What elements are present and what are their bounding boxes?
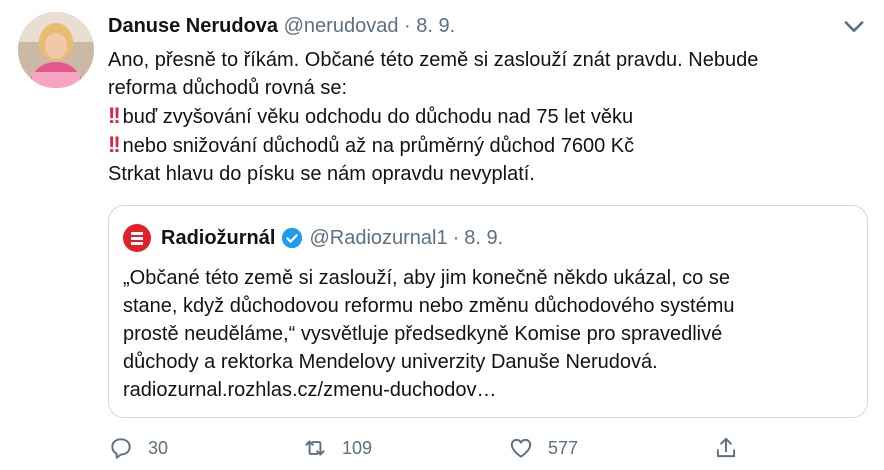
- tweet-date[interactable]: 8. 9.: [416, 15, 455, 37]
- quoted-author-handle[interactable]: @Radiozurnal1: [309, 225, 447, 251]
- quoted-date[interactable]: 8. 9.: [464, 225, 503, 251]
- quoted-link[interactable]: radiozurnal.rozhlas.cz/zmenu-duchodov…: [123, 376, 853, 404]
- separator-dot: ·: [452, 227, 460, 249]
- like-count: 577: [548, 437, 579, 458]
- quoted-line: „Občané této země si zaslouží, aby jim k…: [123, 267, 730, 289]
- avatar-photo: [18, 12, 94, 88]
- tweet-line: buď zvyšování věku odchodu do důchodu na…: [122, 106, 634, 128]
- share-button[interactable]: [713, 432, 753, 464]
- like-icon: [510, 438, 532, 458]
- radiozurnal-logo-icon[interactable]: [123, 224, 151, 252]
- double-exclamation-icon: !!: [108, 132, 121, 157]
- tweet-header: Danuse Nerudova @nerudovad · 8. 9.: [108, 14, 455, 38]
- tweet-line: Strkat hlavu do písku se nám opravdu nev…: [108, 163, 535, 185]
- retweet-icon: [305, 440, 325, 456]
- share-icon: [716, 437, 736, 458]
- quoted-text: „Občané této země si zaslouží, aby jim k…: [123, 264, 853, 404]
- tweet-card[interactable]: Danuse Nerudova @nerudovad · 8. 9. Ano, …: [0, 0, 884, 470]
- separator-dot: ·: [404, 15, 411, 37]
- quoted-line: prostě neuděláme,“ vysvětluje předsedkyn…: [123, 323, 723, 345]
- author-handle[interactable]: @nerudovad: [284, 15, 399, 37]
- double-exclamation-icon: !!: [108, 103, 121, 128]
- quoted-line: důchody a rektorka Mendelovy univerzity …: [123, 351, 658, 373]
- tweet-line-with-emoji: !! nebo snižování důchodů až na průměrný …: [108, 131, 848, 160]
- tweet-line: nebo snižování důchodů až na průměrný dů…: [122, 135, 635, 157]
- verified-badge-icon: [282, 227, 303, 249]
- tweet-text: Ano, přesně to říkám. Občané této země s…: [108, 46, 848, 188]
- avatar[interactable]: [18, 12, 94, 88]
- quoted-tweet[interactable]: Radiožurnál @Radiozurnal1 · 8. 9. „Občan…: [108, 205, 868, 418]
- tweet-line: reforma důchodů rovná se:: [108, 77, 348, 99]
- caret-down-icon[interactable]: [840, 12, 868, 40]
- like-button[interactable]: 577: [508, 432, 578, 464]
- quoted-author-name[interactable]: Radiožurnál: [161, 225, 275, 251]
- reply-count: 30: [148, 437, 169, 458]
- retweet-count: 109: [342, 437, 373, 458]
- quoted-header: Radiožurnál @Radiozurnal1 · 8. 9.: [123, 224, 503, 252]
- tweet-line: Ano, přesně to říkám. Občané této země s…: [108, 49, 759, 71]
- action-bar: 30 109 577: [108, 432, 868, 464]
- author-name[interactable]: Danuse Nerudova: [108, 15, 278, 37]
- tweet-line-with-emoji: !! buď zvyšování věku odchodu do důchodu …: [108, 102, 848, 131]
- reply-icon: [111, 438, 131, 459]
- quoted-line: stane, když důchodovou reformu nebo změn…: [123, 295, 735, 317]
- retweet-button[interactable]: 109: [302, 432, 372, 464]
- reply-button[interactable]: 30: [108, 432, 168, 464]
